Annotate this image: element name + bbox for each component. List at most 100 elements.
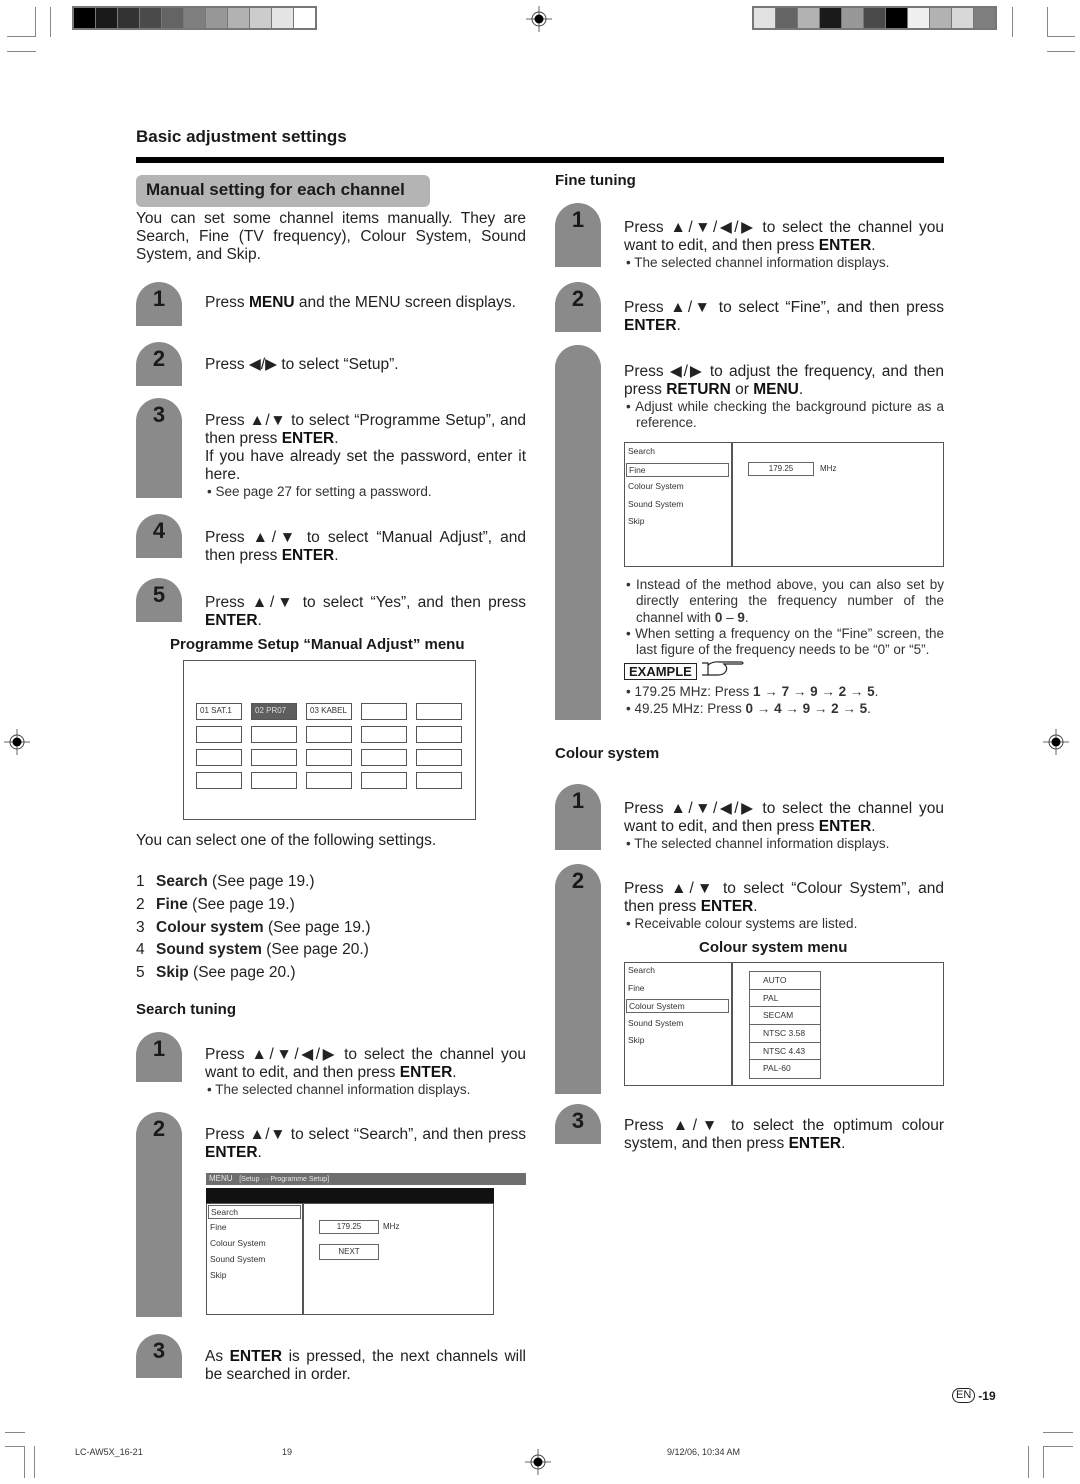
step-number: 2 [571, 286, 585, 311]
osd-menu-item[interactable]: Skip [208, 1269, 301, 1283]
frequency-field[interactable]: 179.25 [319, 1220, 379, 1234]
channel-cell[interactable] [361, 703, 407, 720]
step-instruction: Press ▲/▼ to select “Colour System”, and… [624, 880, 944, 915]
osd-menu-item[interactable]: Skip [626, 1034, 729, 1048]
step-number-tab: 1 [555, 203, 601, 267]
grayscale-bar-right [752, 6, 997, 30]
settings-item-ref: (See page 19.) [187, 895, 295, 913]
fine-step-1: Press ▲/▼/◀/▶ to select the channel you … [624, 219, 944, 271]
colour-option[interactable]: SECAM [750, 1007, 820, 1026]
registration-mark-icon [1043, 729, 1069, 755]
channel-cell[interactable] [361, 726, 407, 743]
colour-option[interactable]: PAL-60 [750, 1060, 820, 1078]
step-instruction: Press ▲/▼/◀/▶ to select the channel you … [624, 219, 944, 254]
search-tuning-title: Search tuning [136, 1001, 237, 1018]
channel-cell[interactable]: 03 KABEL [306, 703, 352, 720]
color-swatch [294, 8, 315, 28]
channel-cell[interactable] [416, 772, 462, 789]
step-number-tab: 1 [136, 1032, 182, 1082]
osd-divider [731, 963, 733, 1085]
osd-menu-item[interactable]: Search [626, 445, 729, 459]
colour-step-1: Press ▲/▼/◀/▶ to select the channel you … [624, 800, 944, 852]
step-number-tab: 2 [136, 342, 182, 386]
osd-menu-item[interactable]: Fine [626, 982, 729, 996]
channel-cell[interactable] [361, 772, 407, 789]
step-instruction: Press ▲/▼ to select “Fine”, and then pre… [624, 299, 944, 334]
manual-setting-title: Manual setting for each channel [136, 175, 430, 207]
channel-cell[interactable] [306, 726, 352, 743]
channel-cell[interactable] [196, 749, 242, 766]
channel-cell[interactable] [416, 703, 462, 720]
osd-menu-item[interactable]: Sound System [208, 1253, 301, 1267]
channel-cell[interactable] [251, 749, 297, 766]
channel-cell[interactable] [306, 772, 352, 789]
osd-menu-item[interactable]: Sound System [626, 1017, 729, 1031]
color-swatch [820, 8, 841, 28]
manual-intro: You can set some channel items manually.… [136, 210, 526, 263]
osd-menu-bar: MENU [Setup ··· Programme Setup] [206, 1173, 526, 1185]
osd-menu-item[interactable]: Sound System [626, 498, 729, 512]
color-swatch [908, 8, 929, 28]
settings-item-name: Fine [156, 895, 188, 913]
colour-option[interactable]: PAL [750, 990, 820, 1008]
footer-page: 19 [282, 1447, 293, 1457]
step-number-tab: 3 [136, 1334, 182, 1378]
footer-timestamp: 9/12/06, 10:34 AM [667, 1447, 741, 1457]
channel-cell[interactable] [306, 749, 352, 766]
step-number-tab: 3 [555, 1104, 601, 1144]
fine-frequency-field[interactable]: 179.25 [748, 462, 814, 476]
settings-list-item: 4 Sound system (See page 20.) [136, 939, 526, 962]
channel-cell[interactable] [416, 749, 462, 766]
colour-system-menu-caption: Colour system menu [699, 939, 848, 956]
osd-menu-item[interactable]: Colour System [208, 1237, 301, 1251]
channel-cell[interactable] [251, 726, 297, 743]
example-item: • 49.25 MHz: Press 0 → 4 → 9 → 2 → 5. [626, 700, 871, 716]
manual-step-3: Press ▲/▼ to select “Programme Setup”, a… [205, 412, 526, 500]
step-number-tab: 2 [136, 1112, 182, 1317]
osd-menu-item[interactable]: Colour System [626, 480, 729, 494]
settings-item-number: 4 [136, 941, 145, 959]
osd-menu-item[interactable]: Skip [626, 515, 729, 529]
step-number: 5 [152, 582, 166, 607]
colour-option[interactable]: NTSC 4.43 [750, 1043, 820, 1061]
channel-cell[interactable]: 01 SAT.1 [196, 703, 242, 720]
osd-menu-item[interactable]: Colour System [626, 999, 729, 1013]
step-instruction: Press ▲/▼/◀/▶ to select the channel you … [205, 1046, 526, 1081]
osd-menu-item[interactable]: Search [208, 1205, 301, 1219]
colour-option[interactable]: AUTO [750, 972, 820, 990]
channel-cell[interactable] [196, 726, 242, 743]
settings-list: 1 Search (See page 19.) 2 Fine (See page 19… [136, 871, 526, 985]
step-number: 1 [152, 286, 166, 311]
color-swatch [754, 8, 775, 28]
color-swatch [952, 8, 973, 28]
color-swatch [96, 8, 117, 28]
channel-cell[interactable]: 02 PR07 [251, 703, 297, 720]
step-number: 4 [152, 518, 166, 543]
colour-option[interactable]: NTSC 3.58 [750, 1025, 820, 1043]
channel-cell[interactable] [196, 772, 242, 789]
color-swatch [162, 8, 183, 28]
next-button[interactable]: NEXT [319, 1244, 379, 1260]
color-swatch [74, 8, 95, 28]
channel-cell[interactable] [361, 749, 407, 766]
step-number-tab: 1 [555, 784, 601, 850]
settings-list-item: 1 Search (See page 19.) [136, 871, 526, 894]
registration-mark-icon [526, 6, 552, 32]
osd-menu-item[interactable]: Fine [208, 1221, 301, 1235]
settings-item-name: Search [156, 873, 208, 890]
crop-mark [1012, 7, 1013, 37]
channel-cell[interactable] [416, 726, 462, 743]
color-swatch [118, 8, 139, 28]
osd-menu-item[interactable]: Fine [626, 462, 729, 477]
step-number-tab: 1 [136, 282, 182, 326]
settings-item-number: 5 [136, 964, 145, 982]
search-osd: Search Fine Colour System Sound System Skip … [206, 1203, 494, 1315]
manual-step-2: Press ◀/▶ to select “Setup”. [205, 356, 526, 374]
crop-mark [1047, 36, 1075, 37]
colour-step-2: Press ▲/▼ to select “Colour System”, and… [624, 880, 944, 932]
osd-menu-item[interactable]: Search [626, 964, 729, 978]
step-number-tab: 2 [555, 282, 601, 332]
settings-item-ref: (See page 20.) [261, 941, 369, 959]
example-label: EXAMPLE [624, 663, 697, 681]
channel-cell[interactable] [251, 772, 297, 789]
